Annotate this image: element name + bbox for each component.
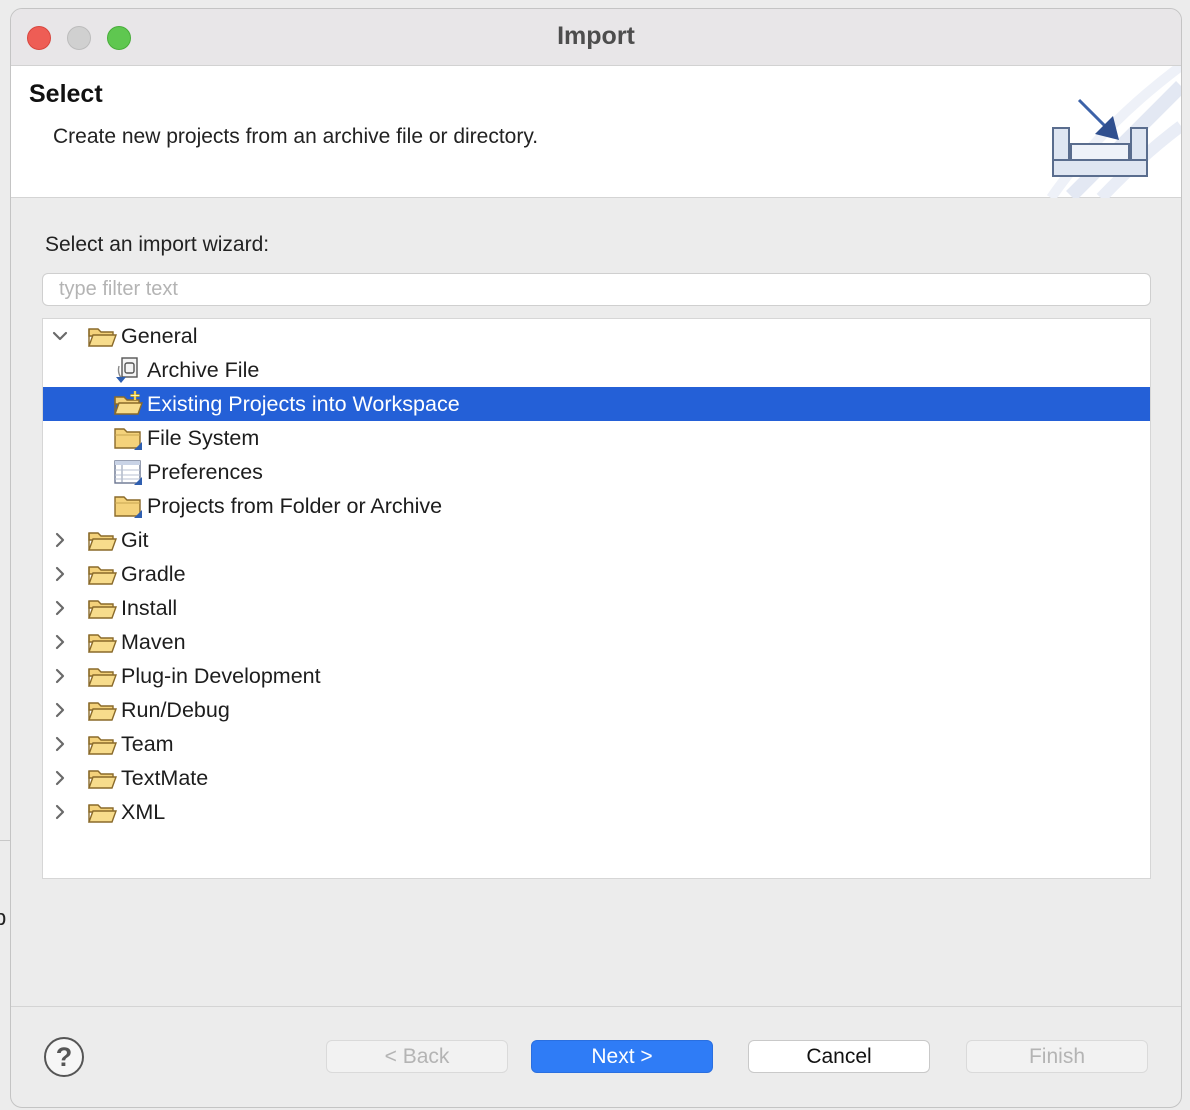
finish-button[interactable]: Finish — [966, 1040, 1148, 1073]
wizard-header: Select Create new projects from an archi… — [11, 66, 1181, 198]
tree-row-label: General — [121, 323, 198, 348]
footer-divider — [11, 1006, 1181, 1007]
chevron-right-icon[interactable] — [51, 735, 69, 753]
page-title: Select — [29, 80, 103, 108]
tree-row-label: File System — [147, 425, 260, 450]
folder-open-icon — [87, 764, 117, 792]
folder-open-icon — [87, 560, 117, 588]
tree-row-label: TextMate — [121, 765, 209, 790]
help-button[interactable]: ? — [44, 1037, 84, 1077]
tree-row[interactable]: Existing Projects into Workspace — [43, 387, 1150, 421]
tree-row-label: Git — [121, 527, 149, 552]
tree-row[interactable]: TextMate — [43, 761, 1150, 795]
tree-row-label: Preferences — [147, 459, 263, 484]
filter-input[interactable] — [42, 273, 1151, 306]
import-wizard-banner-icon — [1046, 66, 1181, 198]
folder-open-icon — [87, 322, 117, 350]
preferences-icon — [113, 458, 143, 486]
tree-row[interactable]: Team — [43, 727, 1150, 761]
tree-row[interactable]: Archive File — [43, 353, 1150, 387]
background-text: p — [0, 905, 7, 930]
tree-row[interactable]: Projects from Folder or Archive — [43, 489, 1150, 523]
tree-row[interactable]: Install — [43, 591, 1150, 625]
chevron-right-icon[interactable] — [51, 633, 69, 651]
tree-row-label: Team — [121, 731, 174, 756]
wizard-tree[interactable]: General Archive File Existing Projects int… — [42, 318, 1151, 879]
tree-row[interactable]: Maven — [43, 625, 1150, 659]
tree-row-label: Maven — [121, 629, 186, 654]
chevron-right-icon[interactable] — [51, 565, 69, 583]
tree-row[interactable]: Gradle — [43, 557, 1150, 591]
tree-row[interactable]: File System — [43, 421, 1150, 455]
next-button[interactable]: Next > — [531, 1040, 713, 1073]
chevron-down-icon[interactable] — [51, 327, 69, 345]
page-description: Create new projects from an archive file… — [53, 125, 539, 148]
folder-open-icon — [87, 594, 117, 622]
tree-row[interactable]: Run/Debug — [43, 693, 1150, 727]
chevron-right-icon[interactable] — [51, 667, 69, 685]
folder-icon — [113, 492, 143, 520]
new-project-folder-icon — [113, 390, 143, 418]
tree-row[interactable]: Git — [43, 523, 1150, 557]
folder-open-icon — [87, 730, 117, 758]
folder-open-icon — [87, 696, 117, 724]
tree-row-label: Archive File — [147, 357, 260, 382]
chevron-right-icon[interactable] — [51, 701, 69, 719]
wizard-label: Select an import wizard: — [45, 233, 270, 256]
chevron-right-icon[interactable] — [51, 769, 69, 787]
tree-row-label: Install — [121, 595, 178, 620]
folder-icon — [113, 424, 143, 452]
tree-row-label: XML — [121, 799, 166, 824]
import-dialog: Import Select Create new projects from a… — [10, 8, 1182, 1108]
back-button[interactable]: < Back — [326, 1040, 508, 1073]
folder-open-icon — [87, 526, 117, 554]
cancel-button[interactable]: Cancel — [748, 1040, 930, 1073]
tree-row[interactable]: Plug-in Development — [43, 659, 1150, 693]
tree-row-label: Existing Projects into Workspace — [147, 391, 460, 416]
chevron-right-icon[interactable] — [51, 599, 69, 617]
folder-open-icon — [87, 628, 117, 656]
tree-row-label: Gradle — [121, 561, 186, 586]
tree-row-label: Run/Debug — [121, 697, 230, 722]
tree-row[interactable]: General — [43, 319, 1150, 353]
window-title: Import — [557, 22, 635, 50]
archive-file-icon — [113, 356, 143, 384]
tree-row[interactable]: XML — [43, 795, 1150, 829]
folder-open-icon — [87, 798, 117, 826]
tree-row-label: Projects from Folder or Archive — [147, 493, 443, 518]
folder-open-icon — [87, 662, 117, 690]
tree-row-label: Plug-in Development — [121, 663, 321, 688]
title-bar: Import — [11, 9, 1181, 66]
chevron-right-icon[interactable] — [51, 531, 69, 549]
tree-row[interactable]: Preferences — [43, 455, 1150, 489]
chevron-right-icon[interactable] — [51, 803, 69, 821]
